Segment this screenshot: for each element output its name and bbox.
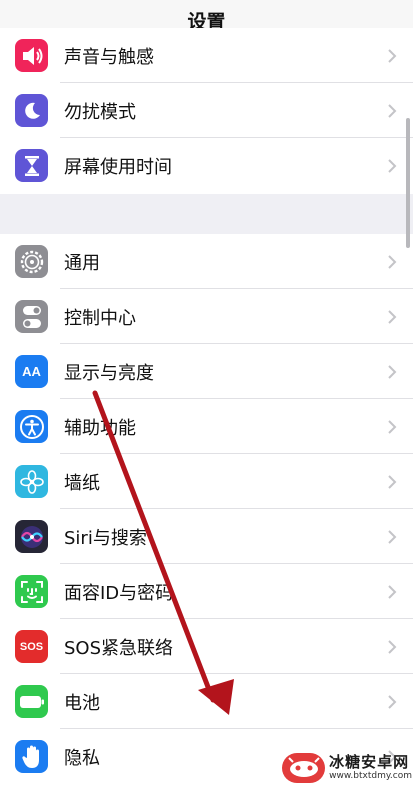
row-label: 面容ID与密码	[64, 582, 174, 604]
moon-icon	[15, 94, 48, 127]
row-label: 墙纸	[64, 472, 100, 494]
aa-icon-text: AA	[22, 364, 41, 379]
row-label: 屏幕使用时间	[64, 156, 172, 178]
speaker-icon	[15, 39, 48, 72]
watermark-url: www.btxtdmy.com	[329, 771, 412, 781]
row-label: 辅助功能	[64, 417, 136, 439]
accessibility-icon	[15, 410, 48, 443]
settings-row-general[interactable]: 通用	[0, 234, 413, 289]
chevron-right-icon	[388, 584, 397, 599]
settings-row-battery[interactable]: 电池	[0, 674, 413, 729]
settings-row-do-not-disturb[interactable]: 勿扰模式	[0, 83, 413, 138]
chevron-right-icon	[388, 364, 397, 379]
settings-group-2: 通用 控制中心 AA 显示与亮度 辅助功能 墙纸 Siri与搜索 面容ID与密码…	[0, 234, 413, 789]
chevron-right-icon	[388, 474, 397, 489]
chevron-right-icon	[388, 529, 397, 544]
row-label: 控制中心	[64, 307, 136, 329]
chevron-right-icon	[388, 158, 397, 173]
chevron-right-icon	[388, 103, 397, 118]
aa-icon: AA	[15, 355, 48, 388]
chevron-right-icon	[388, 254, 397, 269]
settings-row-screen-time[interactable]: 屏幕使用时间	[0, 138, 413, 193]
settings-row-control-center[interactable]: 控制中心	[0, 289, 413, 344]
row-label: 隐私	[64, 747, 100, 769]
chevron-right-icon	[388, 419, 397, 434]
chevron-right-icon	[388, 48, 397, 63]
row-label: 通用	[64, 252, 100, 274]
settings-row-sounds[interactable]: 声音与触感	[0, 28, 413, 83]
settings-row-emergency-sos[interactable]: SOS SOS紧急联络	[0, 619, 413, 674]
watermark-logo-icon	[282, 753, 326, 783]
settings-row-wallpaper[interactable]: 墙纸	[0, 454, 413, 509]
chevron-right-icon	[388, 309, 397, 324]
siri-icon	[15, 520, 48, 553]
row-label: SOS紧急联络	[64, 637, 174, 659]
gear-icon	[15, 245, 48, 278]
settings-group-1: 声音与触感 勿扰模式 屏幕使用时间	[0, 28, 413, 194]
settings-row-display[interactable]: AA 显示与亮度	[0, 344, 413, 399]
settings-row-face-id[interactable]: 面容ID与密码	[0, 564, 413, 619]
faceid-icon	[15, 575, 48, 608]
watermark-name: 冰糖安卓网	[329, 753, 410, 771]
settings-row-siri[interactable]: Siri与搜索	[0, 509, 413, 564]
scroll-indicator[interactable]	[406, 118, 410, 248]
chevron-right-icon	[388, 694, 397, 709]
row-label: Siri与搜索	[64, 527, 147, 549]
battery-icon	[15, 685, 48, 718]
row-label: 电池	[64, 692, 100, 714]
settings-row-accessibility[interactable]: 辅助功能	[0, 399, 413, 454]
row-label: 勿扰模式	[64, 101, 136, 123]
toggles-icon	[15, 300, 48, 333]
watermark: 冰糖安卓网 www.btxtdmy.com	[282, 749, 412, 787]
row-label: 显示与亮度	[64, 362, 154, 384]
sos-icon: SOS	[15, 630, 48, 663]
hourglass-icon	[15, 149, 48, 182]
flower-icon	[15, 465, 48, 498]
sos-icon-text: SOS	[19, 640, 44, 653]
row-label: 声音与触感	[64, 46, 154, 68]
chevron-right-icon	[388, 639, 397, 654]
hand-icon	[15, 740, 48, 773]
